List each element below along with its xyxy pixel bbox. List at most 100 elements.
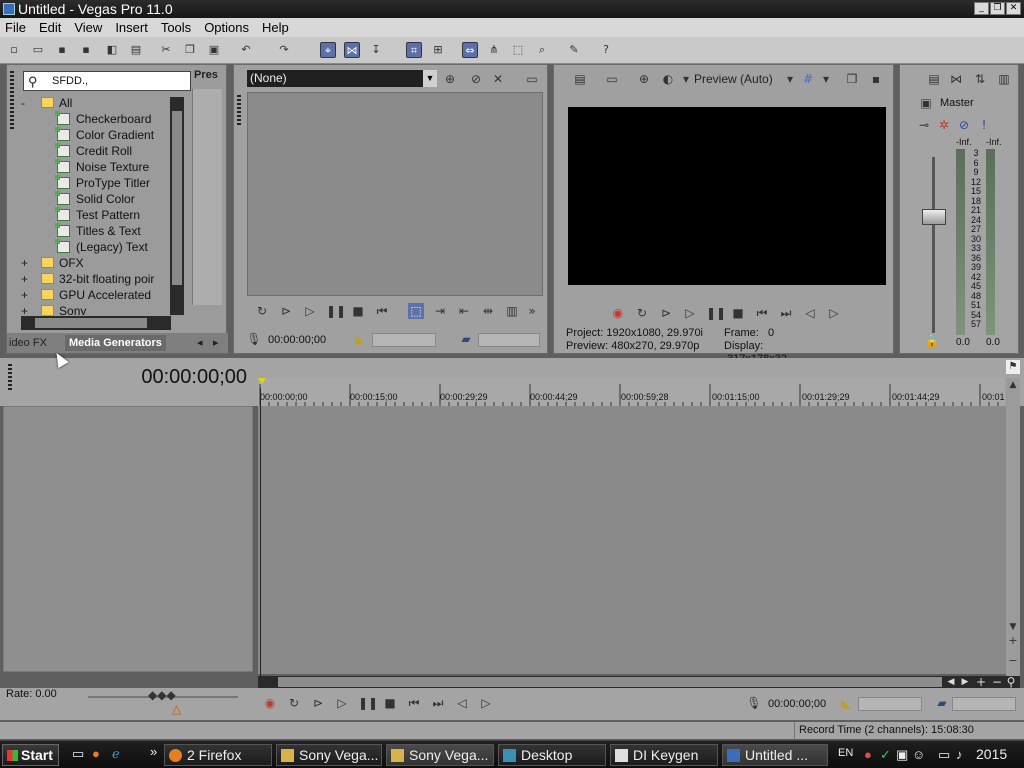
panel-grip[interactable] (10, 71, 14, 131)
tree-item-solid-color[interactable]: Solid Color (55, 191, 135, 207)
chevron-down-icon[interactable]: ▾ (818, 71, 834, 87)
start-button[interactable]: Start (2, 744, 59, 766)
online-help-icon[interactable]: ✎ (566, 42, 582, 58)
volume-icon[interactable]: ♪ (956, 747, 963, 762)
play-icon[interactable]: ▷ (682, 305, 698, 321)
tree-item-credit-roll[interactable]: Credit Roll (55, 143, 132, 159)
stop-icon[interactable]: ■ (730, 305, 746, 321)
markers-icon[interactable]: ⚑ (1006, 360, 1020, 374)
copy-snapshot-icon[interactable]: ❐ (844, 71, 860, 87)
external-monitor-icon[interactable]: ▭ (524, 71, 540, 87)
scroll-thumb[interactable] (278, 677, 942, 687)
mute-icon[interactable]: ⊘ (956, 117, 972, 133)
menu-file[interactable]: File (5, 20, 34, 35)
solo-icon[interactable]: ǃ (976, 117, 992, 133)
chevron-down-icon[interactable]: ▾ (782, 71, 798, 87)
zoom-edit-tool-icon[interactable]: ⌕ (534, 42, 550, 58)
timeline-cursor[interactable] (260, 388, 261, 676)
timeline-horizontal-scrollbar[interactable]: ◀ ▶ + − ⚲ (258, 675, 1020, 689)
timeline-track-area[interactable] (258, 406, 1006, 674)
more-icon[interactable]: » (524, 303, 540, 319)
tree-horizontal-scrollbar[interactable] (21, 316, 171, 330)
pause-icon[interactable]: ❚❚ (326, 303, 346, 319)
track-list[interactable] (3, 406, 253, 672)
tab-scroll-left-icon[interactable]: ◂ (197, 335, 203, 351)
menu-view[interactable]: View (74, 20, 110, 35)
menu-help[interactable]: Help (262, 20, 297, 35)
menu-tools[interactable]: Tools (161, 20, 199, 35)
bus-fx-icon[interactable]: ✲ (936, 117, 952, 133)
minimize-button[interactable]: _ (974, 2, 989, 15)
language-indicator[interactable]: EN (838, 747, 853, 759)
record-icon[interactable]: ◉ (610, 305, 626, 321)
cut-icon[interactable]: ✂ (158, 42, 174, 58)
go-to-start-icon[interactable]: ⏮ (406, 695, 422, 711)
tree-item-legacy-text[interactable]: (Legacy) Text (55, 239, 148, 255)
chevron-down-icon[interactable]: ▾ (678, 71, 694, 87)
selection-start-field[interactable] (858, 697, 922, 711)
add-both-icon[interactable]: ⇹ (480, 303, 496, 319)
display-tray-icon[interactable]: ▭ (938, 747, 950, 763)
loop-icon[interactable]: ↻ (254, 303, 270, 319)
expand-icon[interactable]: + (21, 303, 31, 315)
more-quicklaunch-icon[interactable]: » (150, 744, 157, 759)
expand-icon[interactable]: + (21, 271, 31, 287)
tree-item-ofx[interactable]: + OFX (21, 255, 84, 271)
save-icon[interactable]: ▪ (54, 42, 70, 58)
update-tray-icon[interactable]: ✓ (880, 747, 891, 763)
ignore-grouping-icon[interactable]: ⊞ (430, 42, 446, 58)
out-point-field[interactable] (478, 333, 540, 347)
scroll-thumb[interactable] (172, 111, 182, 285)
redo-icon[interactable]: ↷ (276, 42, 292, 58)
tree-item-protype-titler[interactable]: ProType Titler (55, 175, 150, 191)
add-video-only-icon[interactable]: ⇥ (432, 303, 448, 319)
tree-item-32bit[interactable]: + 32-bit floating poir (21, 271, 154, 287)
tree-item-checkerboard[interactable]: Checkerboard (55, 111, 151, 127)
bus-properties-icon[interactable]: ▤ (926, 71, 942, 87)
whats-this-help-icon[interactable]: ? (598, 42, 614, 58)
tree-vertical-scrollbar[interactable] (170, 97, 184, 315)
tree-item-sony[interactable]: + Sony (21, 303, 86, 315)
task-desktop[interactable]: Desktop (498, 744, 606, 766)
chevron-down-icon[interactable]: ▼ (423, 70, 437, 87)
paste-icon[interactable]: ▣ (206, 42, 222, 58)
collapse-icon[interactable]: - (21, 95, 31, 111)
tab-video-fx[interactable]: ideo FX (9, 335, 47, 351)
selection-icon[interactable]: ⬚ (408, 303, 424, 319)
overlays-icon[interactable]: # (800, 71, 816, 87)
preview-properties-icon[interactable]: ▤ (572, 71, 588, 87)
expand-icon[interactable]: + (21, 287, 31, 303)
play-from-start-icon[interactable]: ⊳ (278, 303, 294, 319)
tree-item-test-pattern[interactable]: Test Pattern (55, 207, 140, 223)
firefox-quicklaunch-icon[interactable]: ● (92, 746, 100, 761)
loop-icon[interactable]: ↻ (286, 695, 302, 711)
playhead-marker-icon[interactable] (258, 378, 266, 384)
tree-item-gpu-accelerated[interactable]: + GPU Accelerated (21, 287, 151, 303)
auto-crossfade-icon[interactable]: ⋈ (344, 42, 360, 58)
loop-icon[interactable]: ↻ (634, 305, 650, 321)
new-project-icon[interactable]: ▫ (6, 42, 22, 58)
play-from-start-icon[interactable]: ⊳ (658, 305, 674, 321)
antivirus-tray-icon[interactable]: ● (864, 747, 872, 762)
show-desktop-icon[interactable]: ▭ (72, 746, 84, 762)
scroll-thumb[interactable] (35, 318, 147, 328)
in-point-field[interactable] (372, 333, 436, 347)
insert-fx-icon[interactable]: ⊸ (916, 117, 932, 133)
mixer-meters-icon[interactable]: ▥ (996, 71, 1012, 87)
lock-icon[interactable]: 🔒 (924, 333, 940, 349)
tree-item-noise-texture[interactable]: Noise Texture (55, 159, 149, 175)
add-audio-only-icon[interactable]: ⇤ (456, 303, 472, 319)
network-tray-icon[interactable]: ▣ (896, 747, 908, 763)
task-di-keygen[interactable]: DI Keygen (610, 744, 718, 766)
close-button[interactable]: ✕ (1006, 2, 1021, 15)
properties-icon[interactable]: ▤ (128, 42, 144, 58)
play-icon[interactable]: ▷ (334, 695, 350, 711)
selection-length-field[interactable] (952, 697, 1016, 711)
task-untitled-vegas[interactable]: Untitled ... (722, 744, 828, 766)
task-sony-vegas-1[interactable]: Sony Vega... (276, 744, 382, 766)
save-as-icon[interactable]: ▪ (78, 42, 94, 58)
go-to-end-icon[interactable]: ⏭ (430, 695, 446, 711)
stop-icon[interactable]: ■ (350, 303, 366, 319)
next-frame-icon[interactable]: ▷ (478, 695, 494, 711)
zoom-out-icon[interactable]: − (1006, 654, 1020, 668)
